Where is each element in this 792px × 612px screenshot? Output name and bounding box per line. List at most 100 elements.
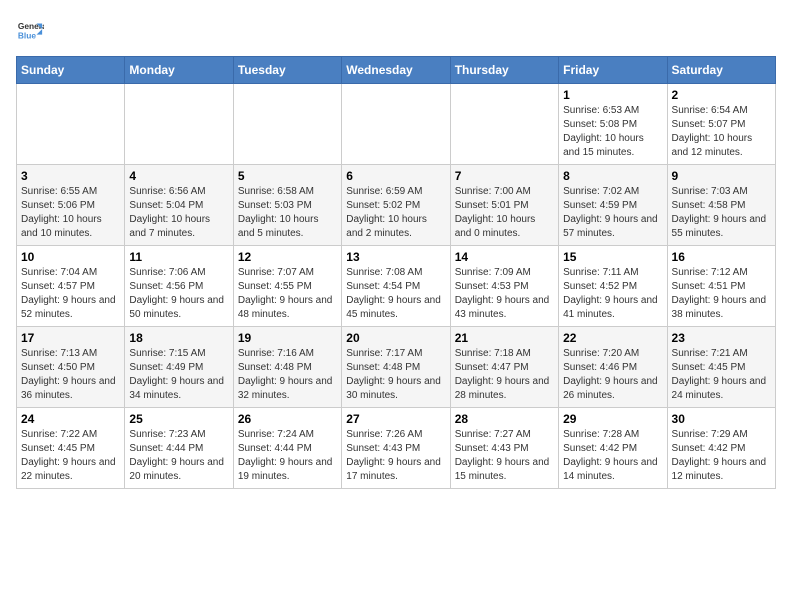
calendar-cell: 2 Sunrise: 6:54 AM Sunset: 5:07 PM Daylig… [667, 84, 775, 165]
day-info: Sunrise: 6:54 AM Sunset: 5:07 PM Dayligh… [672, 104, 771, 160]
day-info: Sunrise: 7:04 AM Sunset: 4:57 PM Dayligh… [21, 266, 120, 322]
day-info: Sunrise: 7:15 AM Sunset: 4:49 PM Dayligh… [129, 347, 228, 403]
calendar-cell [342, 84, 450, 165]
weekday-header-wednesday: Wednesday [342, 57, 450, 84]
day-info: Sunrise: 7:00 AM Sunset: 5:01 PM Dayligh… [455, 185, 554, 241]
day-info: Sunrise: 7:17 AM Sunset: 4:48 PM Dayligh… [346, 347, 445, 403]
calendar-cell: 18 Sunrise: 7:15 AM Sunset: 4:49 PM Dayli… [125, 327, 233, 408]
calendar-cell: 13 Sunrise: 7:08 AM Sunset: 4:54 PM Dayli… [342, 246, 450, 327]
day-info: Sunrise: 7:24 AM Sunset: 4:44 PM Dayligh… [238, 428, 337, 484]
day-info: Sunrise: 7:16 AM Sunset: 4:48 PM Dayligh… [238, 347, 337, 403]
calendar-cell: 29 Sunrise: 7:28 AM Sunset: 4:42 PM Dayli… [559, 408, 667, 489]
day-number: 16 [672, 250, 771, 264]
day-number: 28 [455, 412, 554, 426]
day-number: 3 [21, 169, 120, 183]
day-number: 8 [563, 169, 662, 183]
day-number: 14 [455, 250, 554, 264]
calendar-cell: 6Sunrise: 6:59 AM Sunset: 5:02 PM Daylig… [342, 165, 450, 246]
calendar-cell: 24 Sunrise: 7:22 AM Sunset: 4:45 PM Dayli… [17, 408, 125, 489]
day-number: 30 [672, 412, 771, 426]
calendar-cell: 25 Sunrise: 7:23 AM Sunset: 4:44 PM Dayli… [125, 408, 233, 489]
day-info: Sunrise: 7:20 AM Sunset: 4:46 PM Dayligh… [563, 347, 662, 403]
day-number: 17 [21, 331, 120, 345]
weekday-header-friday: Friday [559, 57, 667, 84]
calendar-week-3: 10 Sunrise: 7:04 AM Sunset: 4:57 PM Dayli… [17, 246, 776, 327]
day-info: Sunrise: 6:55 AM Sunset: 5:06 PM Dayligh… [21, 185, 120, 241]
day-info: Sunrise: 7:26 AM Sunset: 4:43 PM Dayligh… [346, 428, 445, 484]
calendar-cell: 19 Sunrise: 7:16 AM Sunset: 4:48 PM Dayli… [233, 327, 341, 408]
day-info: Sunrise: 7:27 AM Sunset: 4:43 PM Dayligh… [455, 428, 554, 484]
day-number: 24 [21, 412, 120, 426]
day-info: Sunrise: 7:03 AM Sunset: 4:58 PM Dayligh… [672, 185, 771, 241]
day-number: 9 [672, 169, 771, 183]
weekday-header-saturday: Saturday [667, 57, 775, 84]
calendar-cell: 12 Sunrise: 7:07 AM Sunset: 4:55 PM Dayli… [233, 246, 341, 327]
day-number: 23 [672, 331, 771, 345]
weekday-header-sunday: Sunday [17, 57, 125, 84]
day-info: Sunrise: 7:06 AM Sunset: 4:56 PM Dayligh… [129, 266, 228, 322]
calendar-cell: 28 Sunrise: 7:27 AM Sunset: 4:43 PM Dayli… [450, 408, 558, 489]
day-info: Sunrise: 7:18 AM Sunset: 4:47 PM Dayligh… [455, 347, 554, 403]
calendar-cell: 26 Sunrise: 7:24 AM Sunset: 4:44 PM Dayli… [233, 408, 341, 489]
day-number: 7 [455, 169, 554, 183]
calendar-cell: 7 Sunrise: 7:00 AM Sunset: 5:01 PM Daylig… [450, 165, 558, 246]
day-number: 27 [346, 412, 445, 426]
calendar-week-2: 3 Sunrise: 6:55 AM Sunset: 5:06 PM Daylig… [17, 165, 776, 246]
calendar-cell: 9 Sunrise: 7:03 AM Sunset: 4:58 PM Daylig… [667, 165, 775, 246]
weekday-header-thursday: Thursday [450, 57, 558, 84]
calendar-cell: 30 Sunrise: 7:29 AM Sunset: 4:42 PM Dayli… [667, 408, 775, 489]
calendar-week-1: 1Sunrise: 6:53 AM Sunset: 5:08 PM Daylig… [17, 84, 776, 165]
day-number: 12 [238, 250, 337, 264]
day-info: Sunrise: 7:09 AM Sunset: 4:53 PM Dayligh… [455, 266, 554, 322]
day-info: Sunrise: 7:28 AM Sunset: 4:42 PM Dayligh… [563, 428, 662, 484]
calendar-cell: 3 Sunrise: 6:55 AM Sunset: 5:06 PM Daylig… [17, 165, 125, 246]
day-number: 13 [346, 250, 445, 264]
day-number: 4 [129, 169, 228, 183]
calendar-cell: 1Sunrise: 6:53 AM Sunset: 5:08 PM Daylig… [559, 84, 667, 165]
day-number: 10 [21, 250, 120, 264]
calendar-cell: 11 Sunrise: 7:06 AM Sunset: 4:56 PM Dayli… [125, 246, 233, 327]
day-number: 25 [129, 412, 228, 426]
calendar-cell: 8 Sunrise: 7:02 AM Sunset: 4:59 PM Daylig… [559, 165, 667, 246]
calendar-cell: 22 Sunrise: 7:20 AM Sunset: 4:46 PM Dayli… [559, 327, 667, 408]
day-number: 6 [346, 169, 445, 183]
day-info: Sunrise: 7:12 AM Sunset: 4:51 PM Dayligh… [672, 266, 771, 322]
logo-icon: General Blue [16, 16, 44, 44]
day-info: Sunrise: 7:08 AM Sunset: 4:54 PM Dayligh… [346, 266, 445, 322]
day-info: Sunrise: 7:13 AM Sunset: 4:50 PM Dayligh… [21, 347, 120, 403]
calendar-week-5: 24 Sunrise: 7:22 AM Sunset: 4:45 PM Dayli… [17, 408, 776, 489]
calendar-cell: 23 Sunrise: 7:21 AM Sunset: 4:45 PM Dayli… [667, 327, 775, 408]
day-number: 20 [346, 331, 445, 345]
weekday-header-tuesday: Tuesday [233, 57, 341, 84]
calendar-cell: 4Sunrise: 6:56 AM Sunset: 5:04 PM Daylig… [125, 165, 233, 246]
day-info: Sunrise: 7:23 AM Sunset: 4:44 PM Dayligh… [129, 428, 228, 484]
calendar-cell: 16 Sunrise: 7:12 AM Sunset: 4:51 PM Dayli… [667, 246, 775, 327]
day-info: Sunrise: 7:22 AM Sunset: 4:45 PM Dayligh… [21, 428, 120, 484]
day-number: 5 [238, 169, 337, 183]
svg-text:Blue: Blue [18, 30, 36, 40]
day-number: 29 [563, 412, 662, 426]
day-info: Sunrise: 7:02 AM Sunset: 4:59 PM Dayligh… [563, 185, 662, 241]
day-info: Sunrise: 7:29 AM Sunset: 4:42 PM Dayligh… [672, 428, 771, 484]
logo: General Blue [16, 16, 44, 44]
day-number: 11 [129, 250, 228, 264]
day-number: 22 [563, 331, 662, 345]
calendar-cell: 5Sunrise: 6:58 AM Sunset: 5:03 PM Daylig… [233, 165, 341, 246]
calendar-cell: 20 Sunrise: 7:17 AM Sunset: 4:48 PM Dayli… [342, 327, 450, 408]
weekday-header-monday: Monday [125, 57, 233, 84]
day-number: 15 [563, 250, 662, 264]
day-number: 26 [238, 412, 337, 426]
calendar-week-4: 17 Sunrise: 7:13 AM Sunset: 4:50 PM Dayli… [17, 327, 776, 408]
day-number: 21 [455, 331, 554, 345]
day-number: 19 [238, 331, 337, 345]
calendar-cell [450, 84, 558, 165]
day-info: Sunrise: 7:11 AM Sunset: 4:52 PM Dayligh… [563, 266, 662, 322]
calendar-cell [125, 84, 233, 165]
day-info: Sunrise: 7:07 AM Sunset: 4:55 PM Dayligh… [238, 266, 337, 322]
day-number: 2 [672, 88, 771, 102]
day-info: Sunrise: 7:21 AM Sunset: 4:45 PM Dayligh… [672, 347, 771, 403]
calendar-cell [17, 84, 125, 165]
day-number: 18 [129, 331, 228, 345]
day-number: 1 [563, 88, 662, 102]
calendar-cell: 21 Sunrise: 7:18 AM Sunset: 4:47 PM Dayli… [450, 327, 558, 408]
